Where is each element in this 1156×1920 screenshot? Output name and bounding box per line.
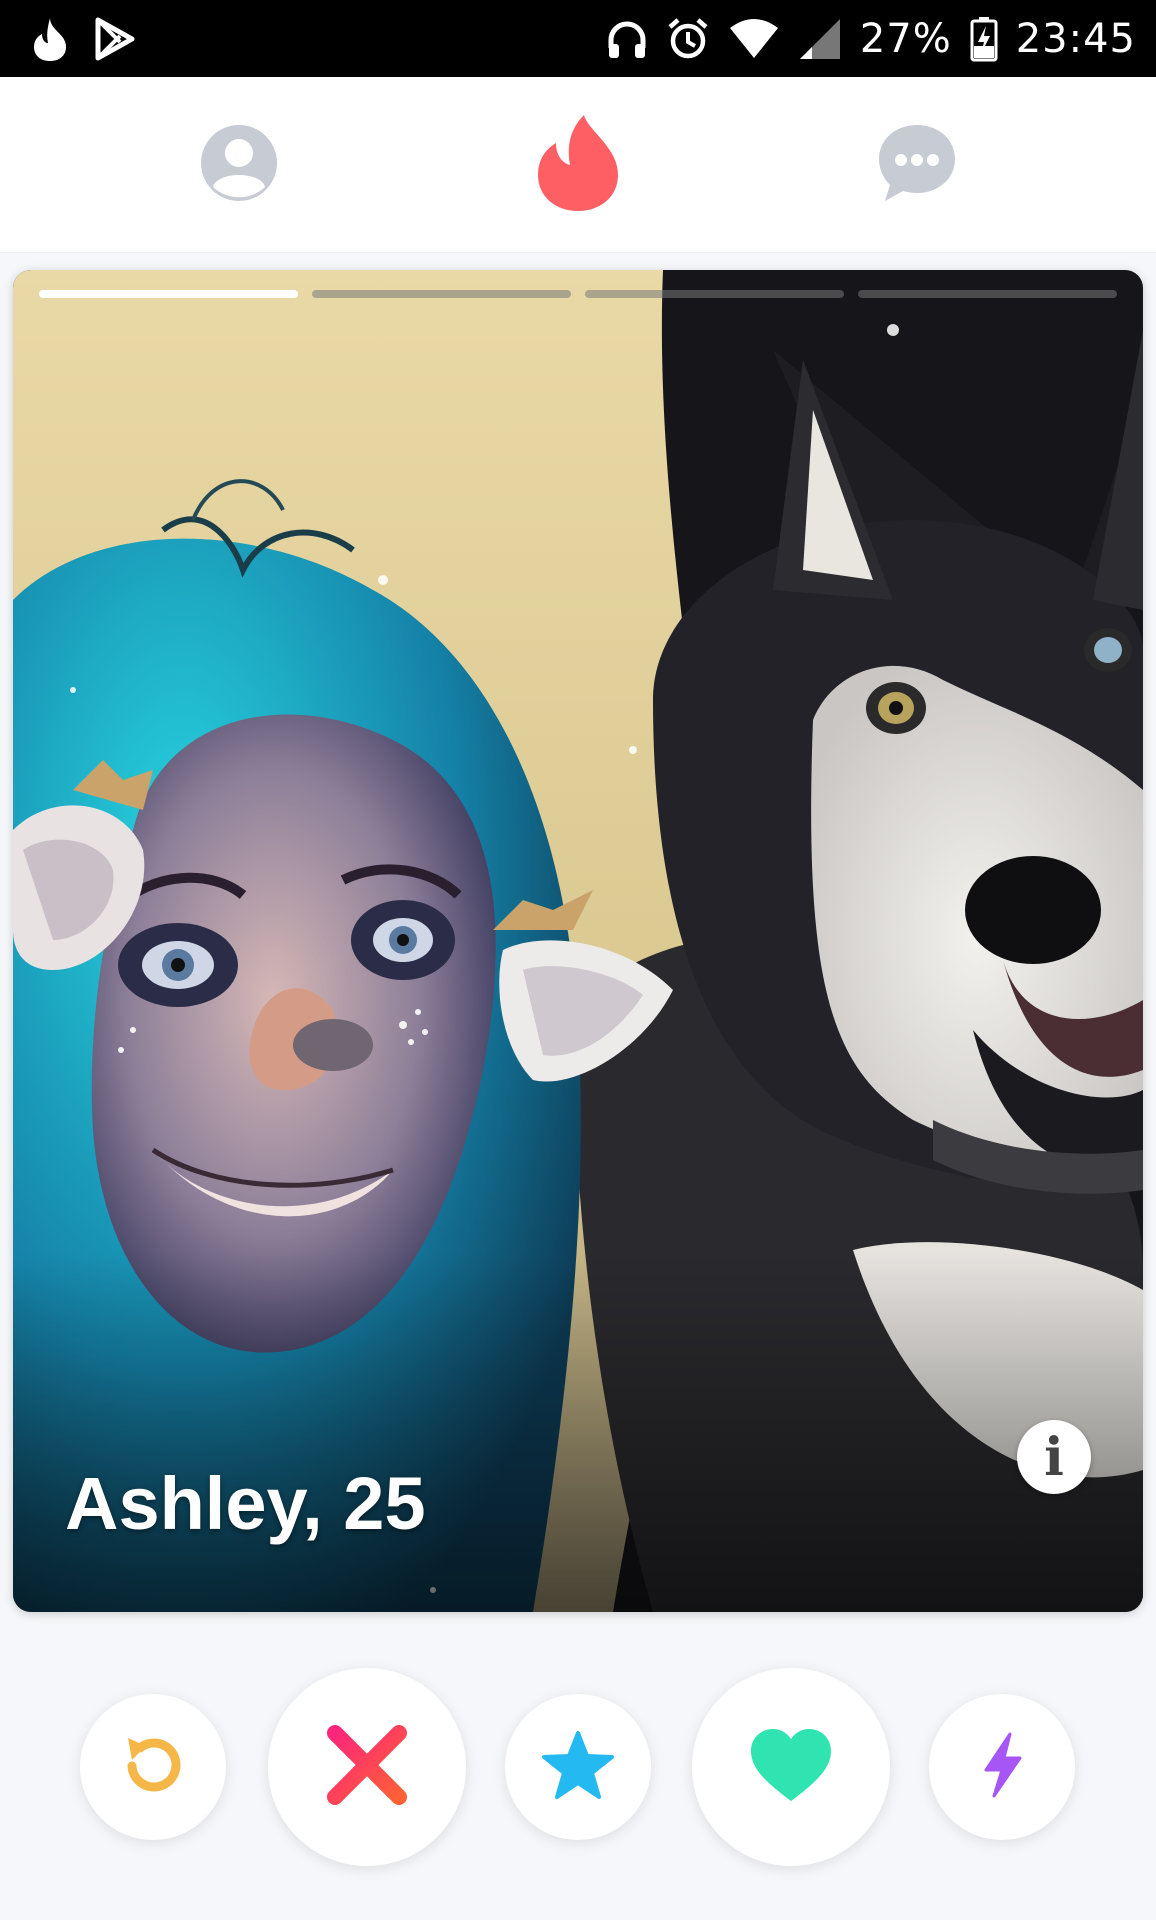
close-icon [325,1723,409,1812]
photo-progress-segment [39,290,298,298]
tinder-flame-icon [30,16,70,62]
discover-tab[interactable] [532,114,624,211]
card-gradient [13,1252,1143,1612]
like-button[interactable] [692,1668,890,1866]
super-like-button[interactable] [505,1694,651,1840]
photo-progress-segment [858,290,1117,298]
profile-icon [199,123,279,208]
bolt-icon [980,1732,1024,1803]
star-icon [542,1730,614,1805]
photo-progress [39,290,1117,298]
wifi-icon [728,18,780,60]
battery-percent: 27% [859,15,952,62]
profile-card[interactable]: Ashley, 25 i [13,270,1143,1612]
alarm-icon [666,17,710,61]
profile-name-age: Ashley, 25 [65,1462,426,1545]
rewind-icon [120,1732,186,1803]
heart-icon [747,1725,835,1810]
rewind-button[interactable] [80,1694,226,1840]
messages-icon [875,121,959,210]
clock: 23:45 [1015,15,1136,62]
action-bar [0,1612,1156,1920]
boost-button[interactable] [929,1694,1075,1840]
status-bar: 27% 23:45 [0,0,1156,77]
info-button[interactable]: i [1017,1420,1091,1494]
status-right: 27% 23:45 [606,16,1136,62]
nope-button[interactable] [268,1668,466,1866]
messages-tab[interactable] [871,119,963,211]
photo-progress-segment [585,290,844,298]
photo-progress-segment [312,290,571,298]
signal-icon [798,17,842,61]
status-left [30,16,136,62]
info-icon: i [1044,1426,1064,1488]
play-store-icon [92,17,136,61]
headphones-icon [606,18,648,60]
top-nav [0,77,1156,253]
flame-icon [534,113,622,218]
battery-charging-icon [970,16,998,62]
profile-tab[interactable] [193,119,285,211]
